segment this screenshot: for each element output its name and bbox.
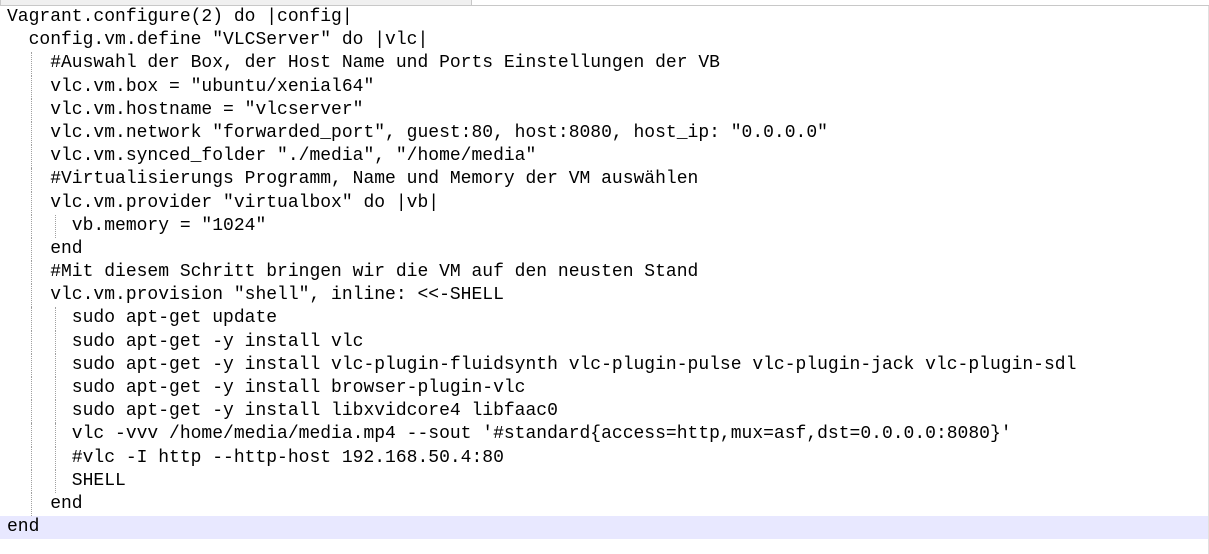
code-text: vlc.vm.box = "ubuntu/xenial64" [7,76,375,97]
indent-guide [31,307,32,331]
indent-guide [55,214,56,238]
indent-guide [31,52,32,76]
code-text: config.vm.define "VLCServer" do |vlc| [7,30,429,51]
code-line-13[interactable]: vlc.vm.provision "shell", inline: <<-SHE… [0,284,1209,308]
code-text: sudo apt-get update [7,308,278,329]
indent-guide [31,75,32,99]
code-line-18[interactable]: sudo apt-get -y install libxvidcore4 lib… [0,400,1209,424]
code-line-12[interactable]: #Mit diesem Schritt bringen wir die VM a… [0,261,1209,285]
code-line-7[interactable]: vlc.vm.synced_folder "./media", "/home/m… [0,145,1209,169]
indent-guide [31,121,32,146]
indent-guide [31,469,32,493]
indent-guide [31,400,32,424]
code-text: Vagrant.configure(2) do |config| [7,7,353,27]
code-line-9[interactable]: vlc.vm.provider "virtualbox" do |vb| [0,191,1209,215]
indent-guide [31,377,32,401]
indent-guide [31,353,32,377]
code-line-11[interactable]: end [0,237,1209,262]
indent-guide [31,330,32,354]
code-text: vlc.vm.hostname = "vlcserver" [7,99,364,120]
indent-guide [31,446,32,470]
code-line-22[interactable]: end [0,492,1209,517]
code-line-19[interactable]: vlc -vvv /home/media/media.mp4 --sout '#… [0,423,1209,447]
code-line-1[interactable]: Vagrant.configure(2) do |config| [0,6,1209,29]
indent-guide [31,284,32,308]
code-text: #vlc -I http --http-host 192.168.50.4:80 [7,447,504,468]
indent-guide [55,307,56,331]
code-line-16[interactable]: sudo apt-get -y install vlc-plugin-fluid… [0,353,1209,377]
code-text: sudo apt-get -y install vlc-plugin-fluid… [7,354,1077,375]
code-line-5[interactable]: vlc.vm.hostname = "vlcserver" [0,98,1209,122]
indent-guide [31,492,32,517]
code-text: end [7,238,83,259]
indent-guide [55,330,56,354]
indent-guide [55,446,56,470]
indent-guide [55,469,56,493]
code-text: end [7,517,40,538]
code-line-3[interactable]: #Auswahl der Box, der Host Name und Port… [0,52,1209,76]
code-line-23-current[interactable]: end [0,516,1209,540]
indent-guide [31,214,32,238]
code-text: end [7,493,83,514]
indent-guide [31,168,32,192]
indent-guide [31,423,32,447]
code-line-21[interactable]: SHELL [0,469,1209,493]
code-text: vlc.vm.provider "virtualbox" do |vb| [7,192,440,213]
code-line-2[interactable]: config.vm.define "VLCServer" do |vlc| [0,29,1209,52]
code-area[interactable]: Vagrant.configure(2) do |config| config.… [0,6,1209,540]
code-text: vlc.vm.provision "shell", inline: <<-SHE… [7,285,504,306]
code-line-8[interactable]: #Virtualisierungs Programm, Name und Mem… [0,168,1209,192]
indent-guide [31,261,32,285]
code-editor[interactable]: Vagrant.configure(2) do |config| config.… [0,0,1209,554]
indent-guide [31,98,32,122]
code-text: SHELL [7,470,126,491]
code-text: sudo apt-get -y install libxvidcore4 lib… [7,401,558,422]
tab-stub[interactable] [0,0,472,5]
indent-guide [55,377,56,401]
code-text: sudo apt-get -y install browser-plugin-v… [7,378,526,398]
code-line-4[interactable]: vlc.vm.box = "ubuntu/xenial64" [0,75,1209,99]
indent-guide [31,191,32,215]
code-text: #Auswahl der Box, der Host Name und Port… [7,53,720,74]
indent-guide [31,237,32,262]
code-text: #Mit diesem Schritt bringen wir die VM a… [7,262,699,283]
indent-guide [31,145,32,169]
code-line-10[interactable]: vb.memory = "1024" [0,214,1209,238]
code-text: vlc.vm.synced_folder "./media", "/home/m… [7,146,537,167]
indent-guide [55,423,56,447]
code-line-14[interactable]: sudo apt-get update [0,307,1209,331]
code-text: vlc -vvv /home/media/media.mp4 --sout '#… [7,424,1012,445]
code-line-15[interactable]: sudo apt-get -y install vlc [0,330,1209,354]
code-line-20[interactable]: #vlc -I http --http-host 192.168.50.4:80 [0,446,1209,470]
indent-guide [55,353,56,377]
indent-guide [55,400,56,424]
code-text: vlc.vm.network "forwarded_port", guest:8… [7,122,828,143]
code-text: sudo apt-get -y install vlc [7,331,364,352]
code-text: #Virtualisierungs Programm, Name und Mem… [7,169,699,190]
code-text: vb.memory = "1024" [7,215,267,236]
code-line-6[interactable]: vlc.vm.network "forwarded_port", guest:8… [0,121,1209,146]
code-line-17[interactable]: sudo apt-get -y install browser-plugin-v… [0,377,1209,401]
